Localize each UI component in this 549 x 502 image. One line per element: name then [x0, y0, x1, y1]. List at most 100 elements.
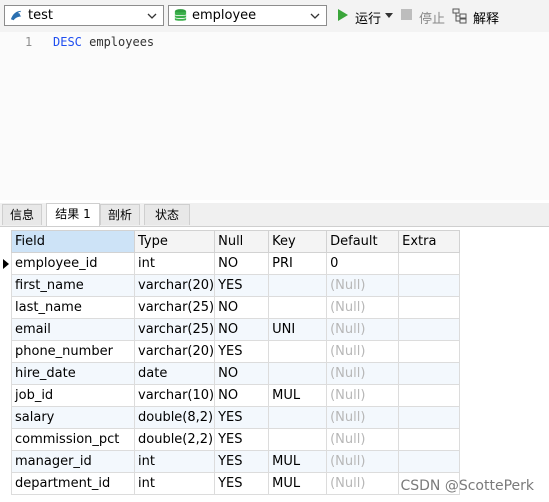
cell-field[interactable]: phone_number [11, 340, 135, 363]
run-button[interactable]: 运行 [336, 7, 392, 27]
cell-field[interactable]: email [11, 318, 135, 341]
cell-key[interactable] [268, 406, 328, 429]
cell-null[interactable]: YES [214, 274, 270, 297]
cell-default[interactable]: (Null) [326, 384, 400, 407]
row-marker[interactable] [0, 318, 12, 341]
explain-button[interactable]: 解释 [452, 7, 500, 27]
table-row[interactable]: phone_number varchar(20) YES (Null) [0, 340, 461, 363]
cell-null[interactable]: NO [214, 252, 270, 275]
cell-field[interactable]: hire_date [11, 362, 135, 385]
cell-null[interactable]: NO [214, 318, 270, 341]
cell-default[interactable]: (Null) [326, 318, 400, 341]
cell-null[interactable]: YES [214, 472, 270, 495]
cell-field[interactable]: last_name [11, 296, 135, 319]
table-row[interactable]: first_name varchar(20) YES (Null) [0, 274, 461, 297]
sql-editor[interactable]: 1 DESC employees [0, 32, 549, 200]
cell-default[interactable]: (Null) [326, 362, 400, 385]
cell-field[interactable]: salary [11, 406, 135, 429]
cell-type[interactable]: double(2,2) [133, 428, 216, 451]
cell-extra[interactable] [398, 362, 461, 385]
run-dropdown-icon[interactable] [385, 13, 393, 19]
column-header-type[interactable]: Type [133, 230, 216, 253]
row-marker[interactable] [0, 428, 12, 451]
row-marker[interactable] [0, 472, 12, 495]
cell-extra[interactable] [398, 252, 461, 275]
cell-default[interactable]: (Null) [326, 450, 400, 473]
tab-result-1[interactable]: 结果 1 [46, 203, 100, 226]
cell-field[interactable]: department_id [11, 472, 135, 495]
cell-null[interactable]: YES [214, 406, 270, 429]
cell-type[interactable]: varchar(25) [133, 296, 216, 319]
tab-profile[interactable]: 剖析 [100, 204, 140, 225]
connection-select[interactable]: test [4, 5, 164, 26]
cell-extra[interactable] [398, 296, 461, 319]
cell-field[interactable]: employee_id [11, 252, 135, 275]
cell-type[interactable]: int [133, 450, 216, 473]
cell-default[interactable]: (Null) [326, 428, 400, 451]
cell-type[interactable]: int [133, 252, 216, 275]
cell-key[interactable]: MUL [268, 472, 328, 495]
table-row[interactable]: manager_id int YES MUL (Null) [0, 450, 461, 473]
column-header-key[interactable]: Key [268, 230, 328, 253]
cell-type[interactable]: varchar(25) [133, 318, 216, 341]
cell-field[interactable]: first_name [11, 274, 135, 297]
table-row[interactable]: employee_id int NO PRI 0 [0, 252, 461, 275]
cell-extra[interactable] [398, 406, 461, 429]
cell-null[interactable]: NO [214, 384, 270, 407]
row-marker[interactable] [0, 340, 12, 363]
table-row[interactable]: email varchar(25) NO UNI (Null) [0, 318, 461, 341]
cell-key[interactable] [268, 362, 328, 385]
cell-null[interactable]: NO [214, 296, 270, 319]
cell-extra[interactable] [398, 428, 461, 451]
tab-info[interactable]: 信息 [2, 204, 42, 225]
cell-default[interactable]: (Null) [326, 274, 400, 297]
cell-default[interactable]: (Null) [326, 340, 400, 363]
cell-default[interactable]: (Null) [326, 472, 400, 495]
tab-status[interactable]: 状态 [144, 204, 190, 225]
cell-type[interactable]: varchar(20) [133, 274, 216, 297]
cell-null[interactable]: YES [214, 428, 270, 451]
table-row[interactable]: salary double(8,2) YES (Null) [0, 406, 461, 429]
column-header-null[interactable]: Null [214, 230, 270, 253]
cell-key[interactable] [268, 340, 328, 363]
cell-key[interactable]: UNI [268, 318, 328, 341]
table-row[interactable]: last_name varchar(25) NO (Null) [0, 296, 461, 319]
cell-extra[interactable] [398, 340, 461, 363]
cell-type[interactable]: date [133, 362, 216, 385]
table-row[interactable]: commission_pct double(2,2) YES (Null) [0, 428, 461, 451]
row-marker[interactable] [0, 274, 12, 297]
cell-key[interactable] [268, 274, 328, 297]
row-marker[interactable] [0, 406, 12, 429]
cell-field[interactable]: manager_id [11, 450, 135, 473]
cell-extra[interactable] [398, 450, 461, 473]
cell-key[interactable]: PRI [268, 252, 328, 275]
cell-key[interactable]: MUL [268, 450, 328, 473]
column-header-extra[interactable]: Extra [398, 230, 461, 253]
cell-default[interactable]: (Null) [326, 406, 400, 429]
row-marker[interactable] [0, 296, 12, 319]
table-row[interactable]: hire_date date NO (Null) [0, 362, 461, 385]
row-marker[interactable] [0, 362, 12, 385]
row-marker[interactable] [0, 252, 12, 275]
cell-type[interactable]: int [133, 472, 216, 495]
cell-field[interactable]: job_id [11, 384, 135, 407]
cell-null[interactable]: YES [214, 340, 270, 363]
column-header-field[interactable]: Field [11, 230, 135, 253]
cell-type[interactable]: varchar(20) [133, 340, 216, 363]
cell-key[interactable]: MUL [268, 384, 328, 407]
table-row[interactable]: job_id varchar(10) NO MUL (Null) [0, 384, 461, 407]
cell-null[interactable]: YES [214, 450, 270, 473]
column-header-default[interactable]: Default [326, 230, 400, 253]
database-select[interactable]: employee [168, 5, 327, 26]
row-marker[interactable] [0, 384, 12, 407]
cell-default[interactable]: (Null) [326, 296, 400, 319]
table-row[interactable]: department_id int YES MUL (Null) [0, 472, 461, 495]
cell-key[interactable] [268, 428, 328, 451]
cell-extra[interactable] [398, 384, 461, 407]
cell-field[interactable]: commission_pct [11, 428, 135, 451]
row-marker[interactable] [0, 450, 12, 473]
stop-button[interactable]: 停止 [400, 7, 446, 27]
cell-null[interactable]: NO [214, 362, 270, 385]
cell-default[interactable]: 0 [326, 252, 400, 275]
cell-extra[interactable] [398, 318, 461, 341]
